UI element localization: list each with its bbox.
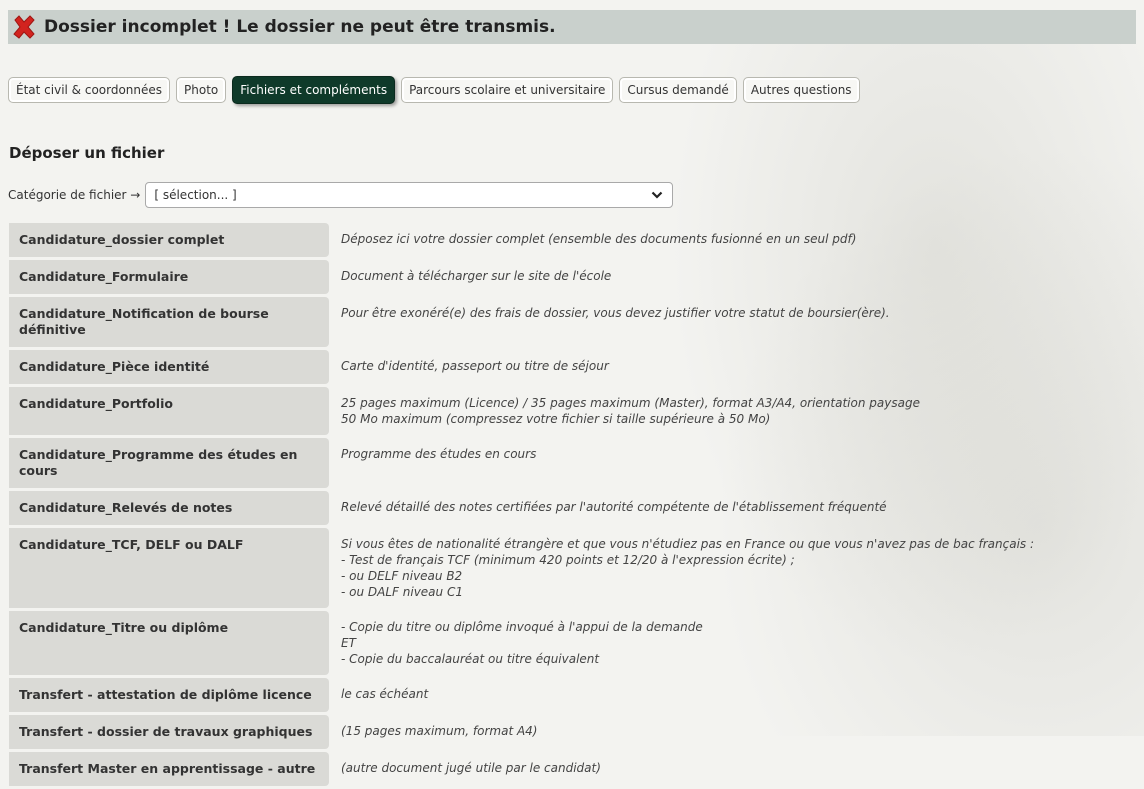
file-category-description: 25 pages maximum (Licence) / 35 pages ma… (341, 396, 920, 426)
table-row: Transfert Master en apprentissage - autr… (9, 752, 1136, 786)
chevron-down-icon (650, 188, 664, 202)
file-category-name: Candidature_TCF, DELF ou DALF (9, 528, 329, 608)
file-category-description: Pour être exonéré(e) des frais de dossie… (341, 306, 890, 320)
file-category-description: Relevé détaillé des notes certifiées par… (341, 500, 887, 514)
file-category-name: Transfert - attestation de diplôme licen… (9, 678, 329, 712)
file-category-description: - Copie du titre ou diplôme invoqué à l'… (341, 620, 703, 666)
category-select-value: [ sélection... ] (154, 188, 237, 202)
x-icon (10, 13, 38, 41)
table-row: Candidature_Formulaire Document à téléch… (9, 260, 1136, 294)
file-category-name: Transfert - dossier de travaux graphique… (9, 715, 329, 749)
file-category-description: Programme des études en cours (341, 447, 537, 461)
banner-title: Dossier incomplet ! Le dossier ne peut ê… (44, 17, 556, 37)
tab-parcours[interactable]: Parcours scolaire et universitaire (401, 77, 614, 103)
table-row: Transfert - attestation de diplôme licen… (9, 678, 1136, 712)
file-category-name: Candidature_Formulaire (9, 260, 329, 294)
file-category-description: (autre document jugé utile par le candid… (341, 761, 601, 775)
table-row: Candidature_TCF, DELF ou DALF Si vous êt… (9, 528, 1136, 608)
tab-autres-questions[interactable]: Autres questions (742, 77, 860, 103)
file-category-description: Document à télécharger sur le site de l'… (341, 269, 612, 283)
file-category-table: Candidature_dossier complet Déposez ici … (9, 223, 1136, 789)
file-category-description: le cas échéant (341, 687, 429, 701)
category-label: Catégorie de fichier → (8, 188, 141, 202)
file-category-name: Candidature_dossier complet (9, 223, 329, 257)
table-row: Candidature_Relevés de notes Relevé déta… (9, 491, 1136, 525)
status-banner: Dossier incomplet ! Le dossier ne peut ê… (8, 10, 1136, 44)
table-row: Candidature_Pièce identité Carte d'ident… (9, 350, 1136, 384)
file-category-name: Candidature_Programme des études en cour… (9, 438, 329, 488)
file-category-description: Déposez ici votre dossier complet (ensem… (341, 232, 857, 246)
table-row: Transfert - dossier de travaux graphique… (9, 715, 1136, 749)
file-category-name: Transfert Master en apprentissage - autr… (9, 752, 329, 786)
tab-etat-civil[interactable]: État civil & coordonnées (8, 77, 171, 103)
file-category-name: Candidature_Relevés de notes (9, 491, 329, 525)
tab-photo[interactable]: Photo (176, 77, 227, 103)
file-category-name: Candidature_Titre ou diplôme (9, 611, 329, 675)
category-select[interactable]: [ sélection... ] (145, 182, 674, 208)
section-title: Déposer un fichier (9, 144, 165, 162)
file-category-name: Candidature_Notification de bourse défin… (9, 297, 329, 347)
file-category-description: Carte d'identité, passeport ou titre de … (341, 359, 609, 373)
table-row: Candidature_Titre ou diplôme - Copie du … (9, 611, 1136, 675)
file-category-description: Si vous êtes de nationalité étrangère et… (341, 537, 1035, 599)
category-row: Catégorie de fichier → [ sélection... ] (8, 182, 674, 208)
tab-cursus[interactable]: Cursus demandé (619, 77, 737, 103)
file-category-name: Candidature_Pièce identité (9, 350, 329, 384)
table-row: Candidature_dossier complet Déposez ici … (9, 223, 1136, 257)
file-category-description: (15 pages maximum, format A4) (341, 724, 538, 738)
table-row: Candidature_Programme des études en cour… (9, 438, 1136, 488)
tab-fichiers[interactable]: Fichiers et compléments (232, 76, 396, 104)
tab-bar: État civil & coordonnées Photo Fichiers … (8, 76, 860, 104)
table-row: Candidature_Portfolio 25 pages maximum (… (9, 387, 1136, 435)
table-row: Candidature_Notification de bourse défin… (9, 297, 1136, 347)
file-category-name: Candidature_Portfolio (9, 387, 329, 435)
